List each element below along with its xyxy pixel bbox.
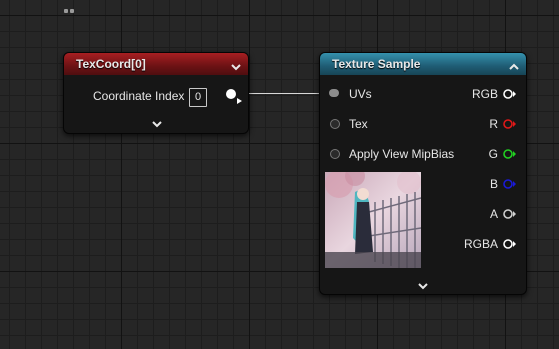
r-output-pin[interactable] bbox=[503, 119, 516, 129]
texcoord-node[interactable]: TexCoord[0] Coordinate Index 0 bbox=[63, 52, 249, 134]
b-output-pin[interactable] bbox=[503, 179, 516, 189]
chevron-down-icon[interactable] bbox=[151, 117, 163, 135]
a-output-label: A bbox=[489, 207, 498, 221]
texture-sample-node-header[interactable]: Texture Sample bbox=[320, 53, 526, 75]
rgba-output-label: RGBA bbox=[463, 237, 498, 251]
texcoord-node-header[interactable]: TexCoord[0] bbox=[64, 53, 248, 75]
b-output-label: B bbox=[489, 177, 498, 191]
apply-view-mipbias-input-pin[interactable] bbox=[330, 149, 340, 159]
chevron-down-icon[interactable] bbox=[230, 58, 242, 80]
rgba-output-pin[interactable] bbox=[503, 239, 516, 249]
rgb-output-label: RGB bbox=[471, 87, 498, 101]
toolbar-fragment bbox=[64, 0, 76, 13]
g-output-label: G bbox=[488, 147, 498, 161]
uvs-input-label: UVs bbox=[349, 87, 372, 101]
uv-wire bbox=[236, 93, 328, 94]
texcoord-output-pin[interactable] bbox=[226, 89, 236, 99]
a-output-pin[interactable] bbox=[503, 209, 516, 219]
texture-sample-node[interactable]: Texture Sample UVs Tex Apply View MipBia… bbox=[319, 52, 527, 295]
apply-view-mipbias-input-label: Apply View MipBias bbox=[349, 147, 455, 161]
coordinate-index-label: Coordinate Index bbox=[93, 89, 185, 103]
coordinate-index-field[interactable]: 0 bbox=[189, 88, 207, 107]
rgb-output-pin[interactable] bbox=[503, 89, 516, 99]
chevron-up-icon[interactable] bbox=[508, 58, 520, 80]
chevron-down-icon[interactable] bbox=[417, 279, 429, 297]
texture-preview-thumbnail bbox=[325, 172, 421, 268]
arrow-pin-icon bbox=[237, 91, 242, 109]
tex-input-pin[interactable] bbox=[330, 119, 340, 129]
tex-input-label: Tex bbox=[349, 117, 368, 131]
texcoord-node-title: TexCoord[0] bbox=[76, 57, 146, 71]
texture-sample-node-title: Texture Sample bbox=[332, 57, 421, 71]
g-output-pin[interactable] bbox=[503, 149, 516, 159]
r-output-label: R bbox=[489, 117, 498, 131]
uvs-input-pin[interactable] bbox=[329, 89, 339, 97]
